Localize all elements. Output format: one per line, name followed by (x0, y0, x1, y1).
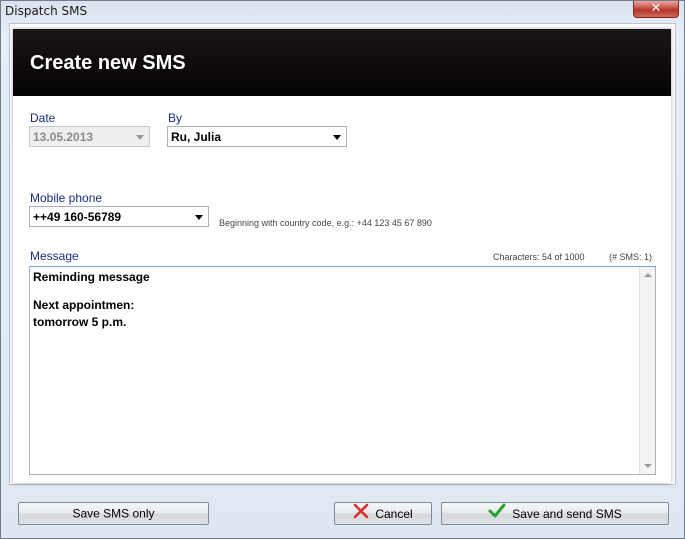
form-title: Create new SMS (30, 52, 186, 74)
mobile-phone-dropdown[interactable]: ++49 160-56789 (29, 206, 209, 227)
by-dropdown[interactable]: Ru, Julia (167, 126, 347, 147)
cancel-button[interactable]: Cancel (334, 502, 432, 525)
save-and-send-label: Save and send SMS (512, 507, 622, 521)
window-title: Dispatch SMS (5, 4, 88, 18)
window-close-button[interactable]: ✕ (633, 1, 679, 18)
red-x-icon (353, 503, 369, 526)
date-value: 13.05.2013 (33, 130, 94, 144)
chevron-down-icon (195, 215, 203, 220)
scroll-up-arrow-icon[interactable] (644, 273, 652, 277)
save-sms-only-button[interactable]: Save SMS only (18, 502, 209, 525)
message-textarea[interactable]: Reminding message Next appointmen: tomor… (29, 266, 656, 475)
message-label: Message (30, 249, 79, 263)
sms-form-panel: Create new SMS Date 13.05.2013 By Ru, Ju… (13, 29, 671, 483)
mobile-phone-hint: Beginning with country code, e.g.: +44 1… (219, 218, 432, 228)
message-scrollbar[interactable] (639, 267, 655, 474)
by-label: By (168, 111, 183, 125)
chevron-down-icon (136, 135, 144, 140)
title-bar[interactable]: Dispatch SMS ✕ (1, 1, 684, 23)
form-header: Create new SMS (13, 29, 671, 96)
scroll-down-arrow-icon[interactable] (644, 464, 652, 468)
message-line: Next appointmen: (33, 298, 135, 312)
close-icon: ✕ (650, 1, 662, 16)
green-check-icon (488, 503, 506, 526)
date-label: Date (30, 111, 56, 125)
save-and-send-button[interactable]: Save and send SMS (441, 502, 669, 525)
chevron-down-icon (333, 135, 341, 140)
mobile-phone-label: Mobile phone (30, 191, 103, 205)
message-line: Reminding message (33, 270, 150, 284)
character-count: Characters: 54 of 1000 (493, 252, 585, 262)
sms-count: (# SMS: 1) (609, 252, 653, 262)
by-value: Ru, Julia (171, 130, 222, 144)
mobile-phone-value: ++49 160-56789 (33, 210, 122, 224)
save-sms-only-label: Save SMS only (72, 506, 155, 521)
date-dropdown: 13.05.2013 (29, 126, 150, 147)
cancel-label: Cancel (375, 507, 413, 521)
message-line: tomorrow 5 p.m. (33, 315, 127, 329)
